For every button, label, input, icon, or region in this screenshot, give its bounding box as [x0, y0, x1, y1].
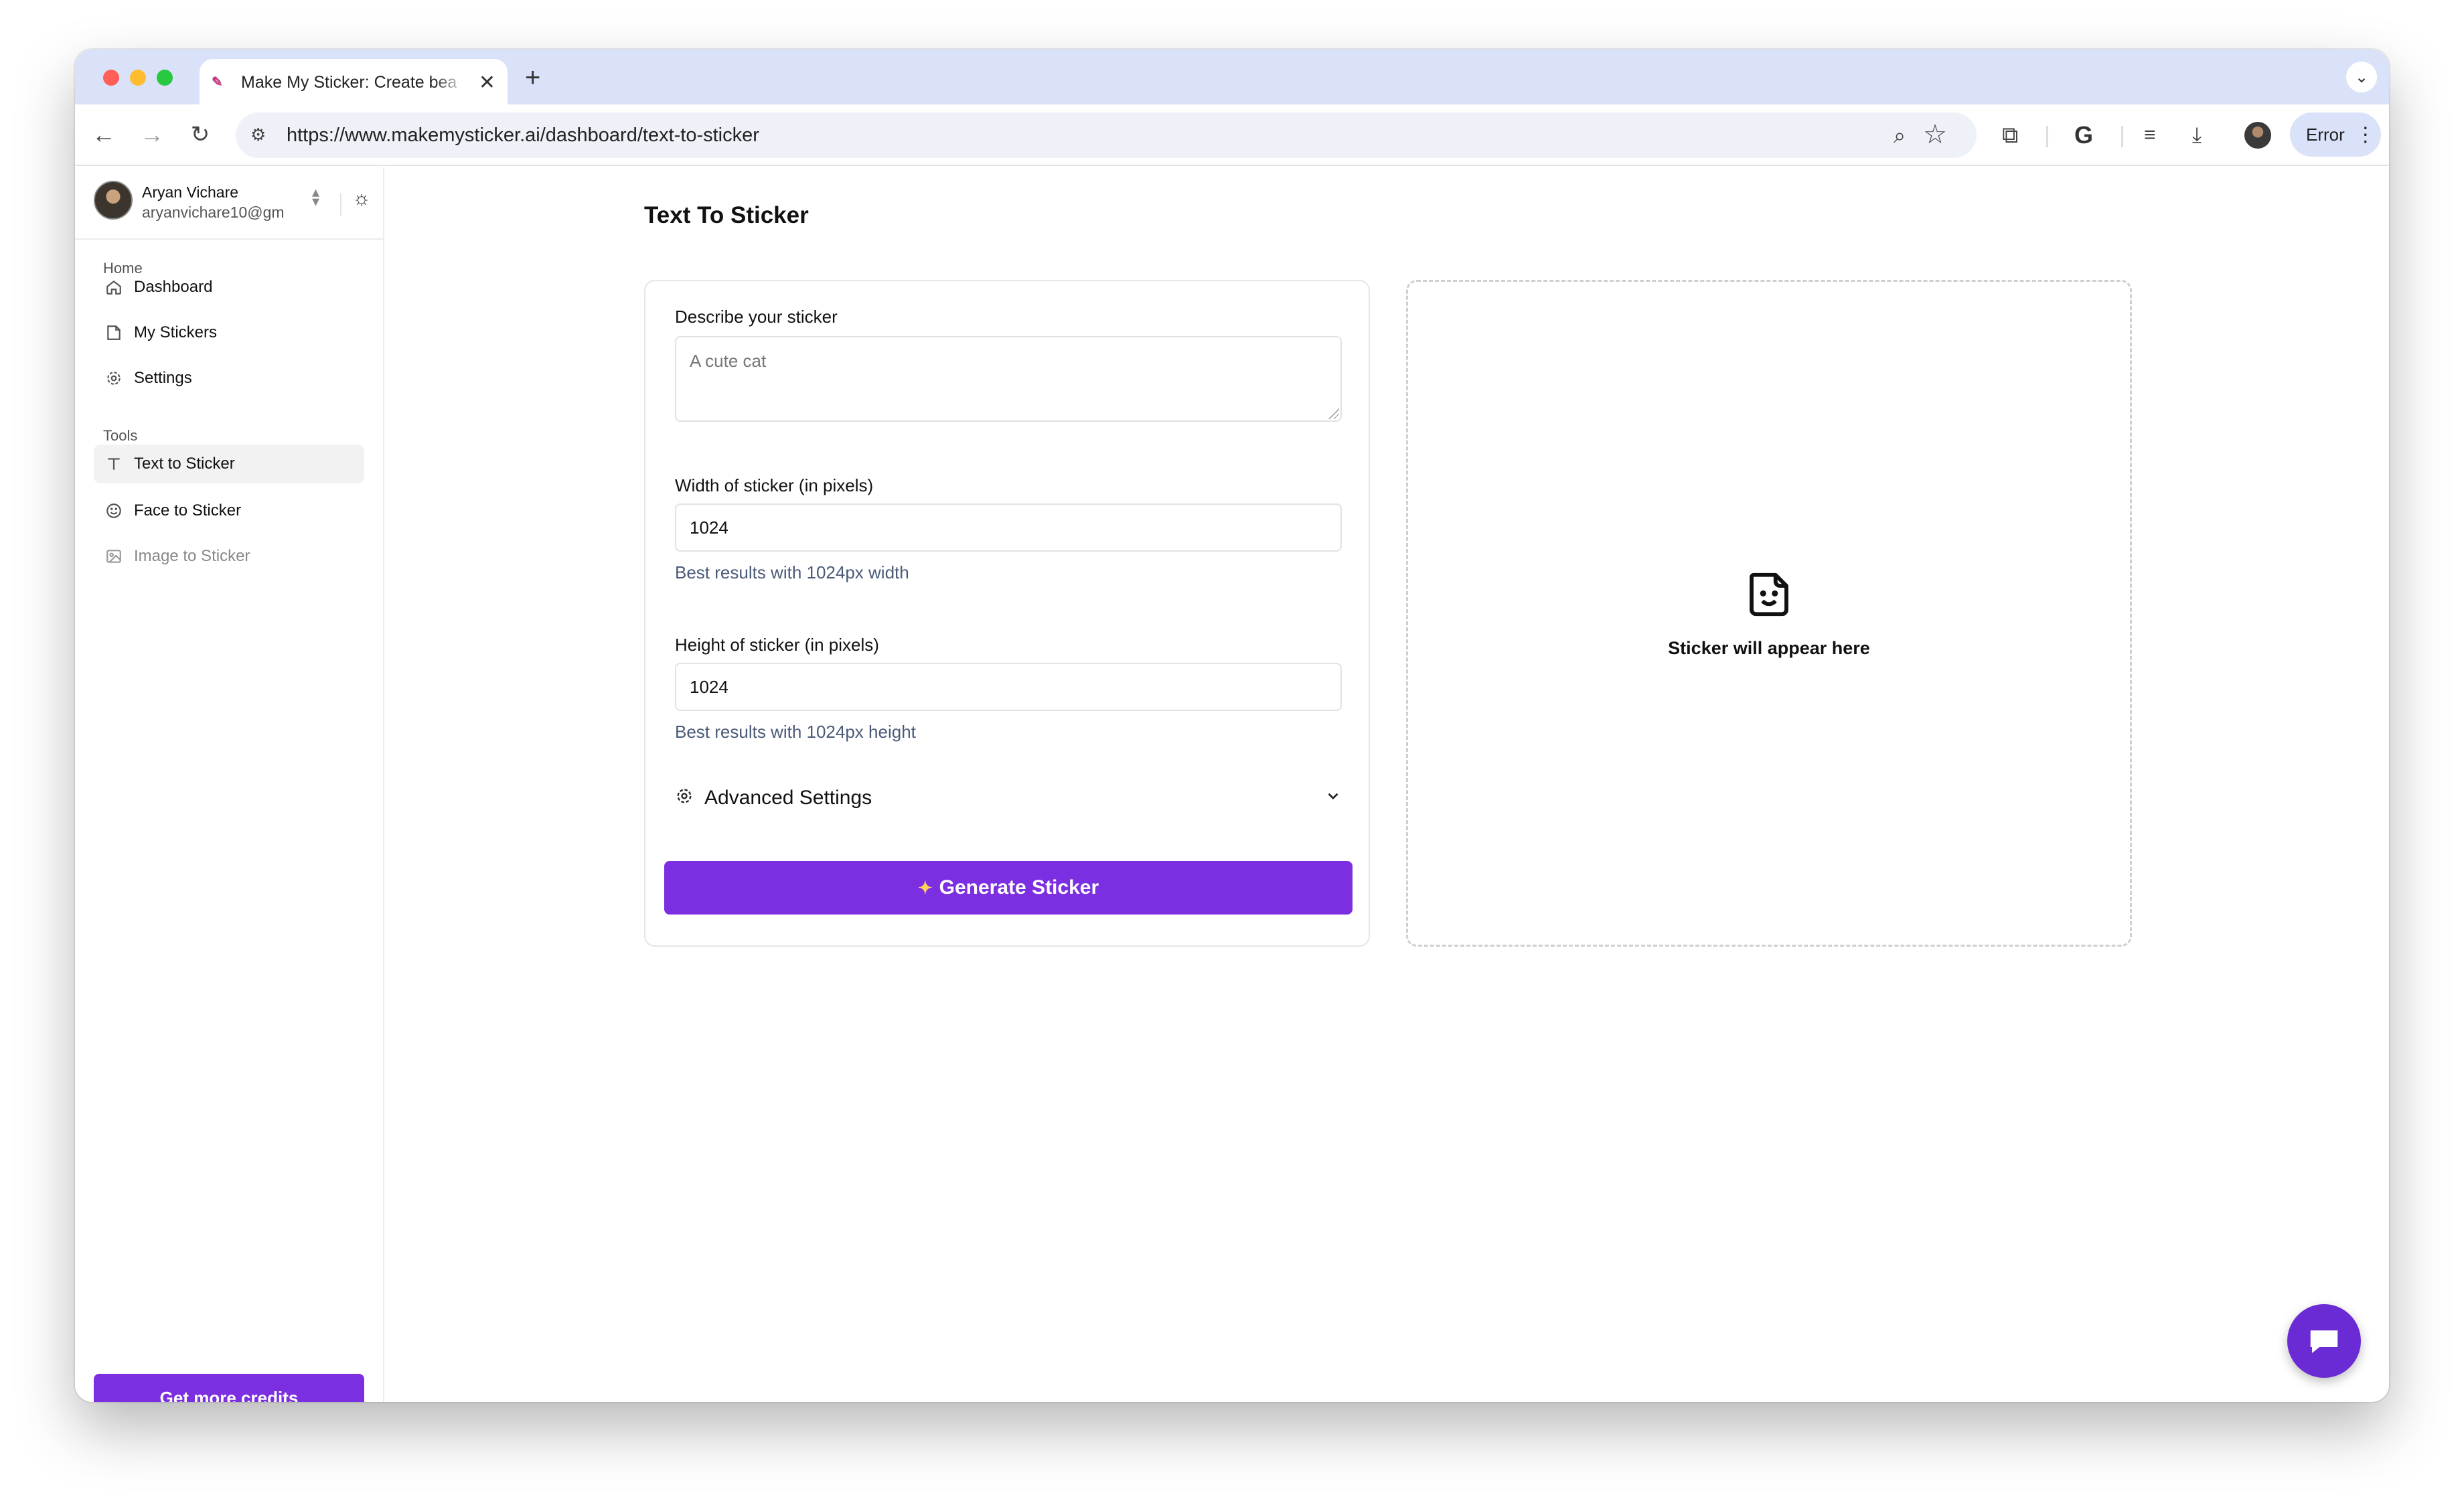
tab-title: Make My Sticker: Create bea: [241, 72, 457, 92]
magic-wand-icon: ✦: [917, 877, 933, 898]
height-label: Height of sticker (in pixels): [675, 635, 879, 655]
height-hint: Best results with 1024px height: [675, 722, 916, 742]
sidebar-item-label: My Stickers: [134, 323, 218, 341]
width-input[interactable]: 1024: [675, 503, 1342, 552]
minimize-window-button[interactable]: [130, 70, 146, 86]
describe-textarea[interactable]: A cute cat: [675, 336, 1342, 422]
height-input[interactable]: 1024: [675, 663, 1342, 711]
tools-group-label: Tools: [103, 427, 138, 444]
sidebar-item-label: Face to Sticker: [134, 501, 242, 520]
user-avatar: [94, 181, 133, 220]
height-value: 1024: [690, 676, 728, 697]
generate-sticker-button[interactable]: ✦ Generate Sticker: [664, 861, 1353, 915]
sidebar-item-face-to-sticker[interactable]: Face to Sticker: [94, 491, 364, 530]
download-icon[interactable]: ⤓: [2192, 119, 2202, 151]
sticker-placeholder-text: Sticker will appear here: [1668, 638, 1870, 658]
bookmark-star-icon[interactable]: ☆: [1923, 119, 1947, 150]
user-switcher[interactable]: Aryan Vichare aryanvichare10@gm ▴ ▾ ☼: [94, 181, 375, 224]
toolbar-divider: [2121, 126, 2123, 147]
sidebar-item-label: Dashboard: [134, 278, 213, 296]
chevron-down-icon: [1324, 787, 1342, 809]
text-icon: [104, 455, 123, 473]
user-name: Aryan Vichare: [142, 183, 239, 201]
new-tab-plus-icon[interactable]: +: [525, 64, 540, 91]
describe-label: Describe your sticker: [675, 307, 838, 327]
gear-icon: [675, 787, 695, 810]
reading-list-icon[interactable]: ≡: [2144, 119, 2156, 151]
extensions-puzzle-icon[interactable]: ⧉: [2002, 119, 2018, 151]
browser-toolbar: ← → ↻ ⚙ https://www.makemysticker.ai/das…: [75, 104, 2389, 166]
sidebar-item-label: Image to Sticker: [134, 547, 250, 565]
get-more-credits-button[interactable]: Get more credits: [94, 1374, 364, 1402]
sticker-form-card: Describe your sticker A cute cat Width o…: [644, 280, 1370, 947]
sidebar-item-text-to-sticker[interactable]: Text to Sticker: [94, 445, 364, 483]
advanced-settings-toggle[interactable]: Advanced Settings: [675, 785, 1342, 811]
site-settings-icon[interactable]: ⚙: [250, 125, 272, 146]
sidebar-item-dashboard[interactable]: Dashboard: [94, 268, 364, 307]
width-label: Width of sticker (in pixels): [675, 475, 874, 495]
close-window-button[interactable]: [103, 70, 119, 86]
more-vertical-icon[interactable]: ⋮: [2356, 123, 2376, 147]
image-icon: [104, 547, 123, 566]
chat-support-button[interactable]: [2287, 1304, 2361, 1378]
sidebar-item-image-to-sticker[interactable]: Image to Sticker: [94, 537, 364, 576]
sticker-preview-area: Sticker will appear here: [1406, 280, 2132, 947]
sidebar-item-settings[interactable]: Settings: [94, 359, 364, 398]
theme-sun-icon[interactable]: ☼: [352, 187, 371, 210]
sidebar: Aryan Vichare aryanvichare10@gm ▴ ▾ ☼ Hom…: [75, 167, 384, 1402]
sticker-placeholder-icon: [1743, 568, 1795, 621]
chat-bubble-icon: [2310, 1330, 2338, 1353]
toolbar-divider: [2046, 126, 2048, 147]
advanced-settings-label: Advanced Settings: [704, 787, 872, 809]
sidebar-item-label: Text to Sticker: [134, 455, 235, 473]
url-text[interactable]: https://www.makemysticker.ai/dashboard/t…: [287, 125, 759, 147]
screenshot-stage: ✎ Make My Sticker: Create bea ✕ + ⌄ ← → …: [0, 0, 2464, 1501]
tab-search-chevron-icon[interactable]: ⌄: [2346, 62, 2377, 92]
close-tab-icon[interactable]: ✕: [479, 71, 495, 94]
zoom-magnifier-icon[interactable]: ⌕: [1894, 123, 1906, 149]
page-content: Aryan Vichare aryanvichare10@gm ▴ ▾ ☼ Hom…: [75, 167, 2389, 1402]
sidebar-divider: [75, 238, 383, 240]
page-title: Text To Sticker: [644, 202, 809, 228]
user-email: aryanvichare10@gm: [142, 204, 285, 221]
width-hint: Best results with 1024px width: [675, 562, 909, 582]
describe-placeholder: A cute cat: [690, 351, 767, 371]
smile-icon: [104, 501, 123, 520]
profile-error-button[interactable]: Error ⋮: [2290, 112, 2381, 157]
forward-arrow-icon[interactable]: →: [137, 119, 167, 150]
google-extension-icon[interactable]: G: [2074, 119, 2093, 151]
chevrons-up-down-icon[interactable]: ▴ ▾: [312, 185, 319, 209]
reload-icon[interactable]: ↻: [185, 119, 216, 150]
home-icon: [104, 278, 123, 297]
gear-icon: [104, 369, 123, 388]
maximize-window-button[interactable]: [157, 70, 173, 86]
sidebar-item-label: Settings: [134, 369, 192, 387]
browser-window: ✎ Make My Sticker: Create bea ✕ + ⌄ ← → …: [75, 50, 2389, 1402]
sidebar-item-my-stickers[interactable]: My Stickers: [94, 313, 364, 352]
profile-avatar[interactable]: [2244, 122, 2271, 149]
browser-tab[interactable]: ✎ Make My Sticker: Create bea ✕: [200, 59, 508, 106]
profile-error-label: Error: [2306, 124, 2345, 145]
address-bar[interactable]: ⚙ https://www.makemysticker.ai/dashboard…: [236, 112, 1977, 158]
sticker-icon: [104, 323, 123, 342]
site-favicon-icon: ✎: [212, 75, 223, 90]
resize-grip-icon[interactable]: [1328, 408, 1339, 419]
width-value: 1024: [690, 517, 728, 538]
generate-sticker-label: Generate Sticker: [939, 876, 1099, 898]
back-arrow-icon[interactable]: ←: [88, 119, 119, 150]
user-divider: [340, 193, 341, 216]
tab-strip: ✎ Make My Sticker: Create bea ✕ + ⌄: [75, 50, 2389, 106]
